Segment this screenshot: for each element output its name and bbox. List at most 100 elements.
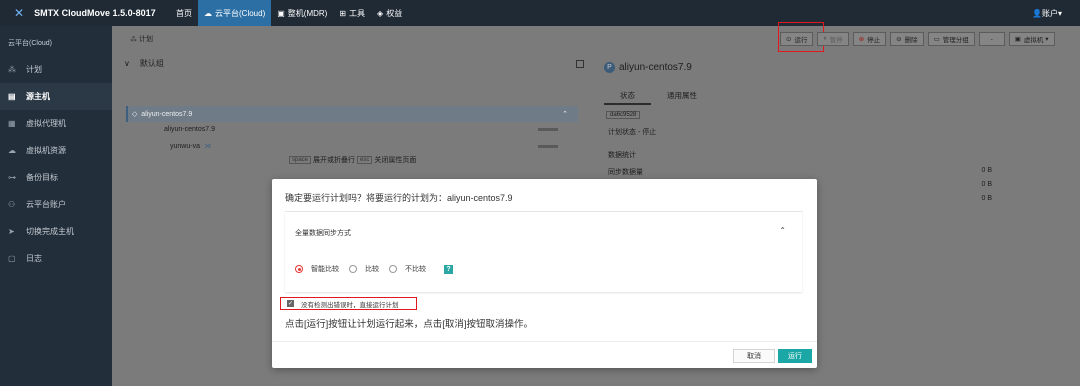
sidebar-item-label: 虚拟机资源 bbox=[26, 146, 66, 155]
delete-label: 删除 bbox=[904, 37, 918, 44]
proxy-icon: ▦ bbox=[8, 119, 16, 128]
radio-circle bbox=[349, 265, 357, 273]
dialog-title: 确定要运行计划吗？将要运行的计划为：aliyun-centos7.9 bbox=[285, 193, 513, 203]
breadcrumb: ⁂ 计划 bbox=[130, 34, 153, 44]
user-icon: 👤 bbox=[1032, 8, 1042, 18]
main-nav: 首页 ☁ 云平台(Cloud) ▣ 整机(MDR) ⊞ 工具 ◈ 权益 bbox=[170, 0, 408, 26]
group-checkbox[interactable] bbox=[576, 59, 584, 68]
more-button[interactable]: - bbox=[978, 32, 1005, 46]
sidebar-item-proxy[interactable]: ▦ 虚拟代理机 bbox=[0, 110, 112, 137]
chevron-down-icon: ▾ bbox=[1057, 8, 1062, 18]
nav-tools[interactable]: ⊞ 工具 bbox=[333, 0, 371, 26]
nav-tools-label: 工具 bbox=[349, 8, 366, 18]
chevron-down-icon: ▾ bbox=[1043, 36, 1049, 43]
radio-label: 比较 bbox=[365, 266, 379, 273]
stop-label: 停止 bbox=[867, 37, 881, 44]
pause-label: 暂停 bbox=[829, 37, 843, 44]
stop-button[interactable]: ⊗ 停止 bbox=[852, 32, 887, 46]
radio-compare[interactable]: 比较 bbox=[349, 264, 379, 274]
app-title: SMTX CloudMove 1.5.0-8017 bbox=[34, 8, 156, 18]
folder-icon: ▭ bbox=[933, 36, 940, 43]
radio-label: 智能比较 bbox=[311, 266, 339, 273]
plan-label: aliyun-centos7.9 bbox=[141, 110, 193, 118]
vm-label: 虚拟机 bbox=[1023, 37, 1044, 44]
cloud-icon: ☁ bbox=[8, 146, 16, 155]
dialog-footer: 取消 运行 bbox=[272, 341, 817, 368]
sidebar-item-backup-target[interactable]: ⊶ 备份目标 bbox=[0, 164, 112, 191]
sidebar-item-cloud-accounts[interactable]: ⚇ 云平台账户 bbox=[0, 191, 112, 218]
stats-title-label: 数据统计 bbox=[608, 152, 636, 159]
logo-icon: ✕ bbox=[14, 6, 25, 20]
manage-group-button[interactable]: ▭ 管理分组 bbox=[927, 32, 975, 46]
hint-text-1: 展开或折叠行 bbox=[313, 157, 356, 164]
sidebar-item-source-host[interactable]: ▤ 源主机 bbox=[0, 83, 112, 110]
manage-label: 管理分组 bbox=[942, 37, 969, 44]
plan-badge: P bbox=[604, 62, 615, 73]
tab-status[interactable]: 状态 bbox=[604, 88, 651, 105]
vm-menu-button[interactable]: ▣ 虚拟机 ▾ bbox=[1008, 32, 1055, 46]
sitemap-icon: ⁂ bbox=[8, 65, 16, 74]
progress-bar bbox=[538, 128, 558, 131]
sidebar-item-plan[interactable]: ⁂ 计划 bbox=[0, 56, 112, 83]
stats-title: 数据统计 bbox=[608, 150, 1068, 160]
stop-icon: ⊗ bbox=[858, 36, 865, 43]
stat-value: 0 B bbox=[981, 195, 992, 202]
target-icon: ⊶ bbox=[8, 173, 16, 182]
sidebar: 云平台(Cloud) ⁂ 计划 ▤ 源主机 ▦ 虚拟代理机 ☁ 虚拟机资源 ⊶ 备份目标 … bbox=[0, 26, 112, 386]
vmware-icon: ⋊ bbox=[203, 143, 211, 150]
dialog-body: 全量数据同步方式 ⌃ 智能比较 比较 不比较 ? bbox=[285, 211, 803, 289]
grid-icon: ⊞ bbox=[339, 8, 347, 18]
hint-text-2: 关闭属性页面 bbox=[374, 157, 417, 164]
chevron-up-icon: ⌃ bbox=[562, 111, 568, 118]
pause-icon: ⏸ bbox=[823, 35, 827, 42]
chevron-down-icon: ∨ bbox=[124, 59, 130, 68]
keyboard-hint: space 展开或折叠行 esc 关闭属性页面 bbox=[287, 155, 416, 165]
nav-cloud-label: 云平台(Cloud) bbox=[215, 8, 266, 18]
host-label: yunwu-va bbox=[170, 142, 200, 150]
radio-no-compare[interactable]: 不比较 bbox=[389, 264, 426, 274]
cloud-icon: ☁ bbox=[204, 8, 212, 18]
sidebar-item-label: 虚拟代理机 bbox=[26, 119, 66, 128]
nav-mdr[interactable]: ▣ 整机(MDR) bbox=[271, 0, 333, 26]
group-label: 默认组 bbox=[139, 59, 164, 68]
tab-general[interactable]: 通用属性 bbox=[651, 88, 713, 105]
sync-mode-radios: 智能比较 比较 不比较 ? bbox=[295, 264, 453, 274]
nav-home[interactable]: 首页 bbox=[170, 0, 198, 26]
pause-button[interactable]: ⏸ 暂停 bbox=[817, 32, 849, 46]
status-label: 计划状态 - 停止 bbox=[608, 129, 657, 136]
stat-value: 0 B bbox=[981, 181, 992, 188]
sidebar-item-vm-resources[interactable]: ☁ 虚拟机资源 bbox=[0, 137, 112, 164]
radio-smart-compare[interactable]: 智能比较 bbox=[295, 264, 339, 274]
sidebar-item-label: 云平台账户 bbox=[26, 200, 66, 209]
log-icon: ▢ bbox=[8, 254, 16, 263]
logo: ✕ SMTX CloudMove 1.5.0-8017 bbox=[0, 6, 170, 20]
run-plan-dialog: 确定要运行计划吗？将要运行的计划为：aliyun-centos7.9 全量数据同… bbox=[272, 179, 817, 368]
play-icon: ⊙ bbox=[786, 36, 792, 43]
nav-rights[interactable]: ◈ 权益 bbox=[371, 0, 408, 26]
minus-circle-icon: ⊖ bbox=[896, 36, 902, 43]
account-menu[interactable]: 👤 账户 ▾ bbox=[1032, 0, 1062, 26]
stat-key: 同步数据量 bbox=[608, 169, 643, 176]
delete-button[interactable]: ⊖ 删除 bbox=[890, 32, 924, 46]
nav-cloud[interactable]: ☁ 云平台(Cloud) bbox=[198, 0, 272, 26]
nav-rights-label: 权益 bbox=[386, 8, 403, 18]
sidebar-item-label: 计划 bbox=[26, 65, 42, 74]
plan-row-selected[interactable]: ◇ aliyun-centos7.9 ⌃ bbox=[126, 106, 578, 122]
cancel-button[interactable]: 取消 bbox=[733, 349, 775, 363]
confirm-run-button[interactable]: 运行 bbox=[778, 349, 812, 363]
sidebar-item-switched-hosts[interactable]: ➤ 切换完成主机 bbox=[0, 218, 112, 245]
group-row[interactable]: ∨ 默认组 bbox=[124, 58, 584, 69]
run-button[interactable]: ⊙ 运行 bbox=[780, 32, 814, 46]
stat-value: 0 B bbox=[981, 167, 992, 174]
list-item[interactable]: aliyun-centos7.9 bbox=[134, 126, 574, 133]
sitemap-icon: ⁂ bbox=[130, 36, 139, 43]
breadcrumb-label: 计划 bbox=[138, 36, 153, 43]
vm-icon: ▣ bbox=[1014, 36, 1021, 43]
chevron-up-icon[interactable]: ⌃ bbox=[779, 226, 786, 235]
sidebar-item-label: 切换完成主机 bbox=[26, 227, 74, 236]
sidebar-item-logs[interactable]: ▢ 日志 bbox=[0, 245, 112, 272]
help-icon[interactable]: ? bbox=[444, 264, 453, 274]
run-directly-checkbox[interactable]: ✓ 没有检测出错误时，直接运行计划 bbox=[280, 297, 417, 310]
list-item[interactable]: yunwu-va ⋊ bbox=[134, 142, 574, 150]
section-title: 全量数据同步方式 bbox=[295, 230, 351, 237]
